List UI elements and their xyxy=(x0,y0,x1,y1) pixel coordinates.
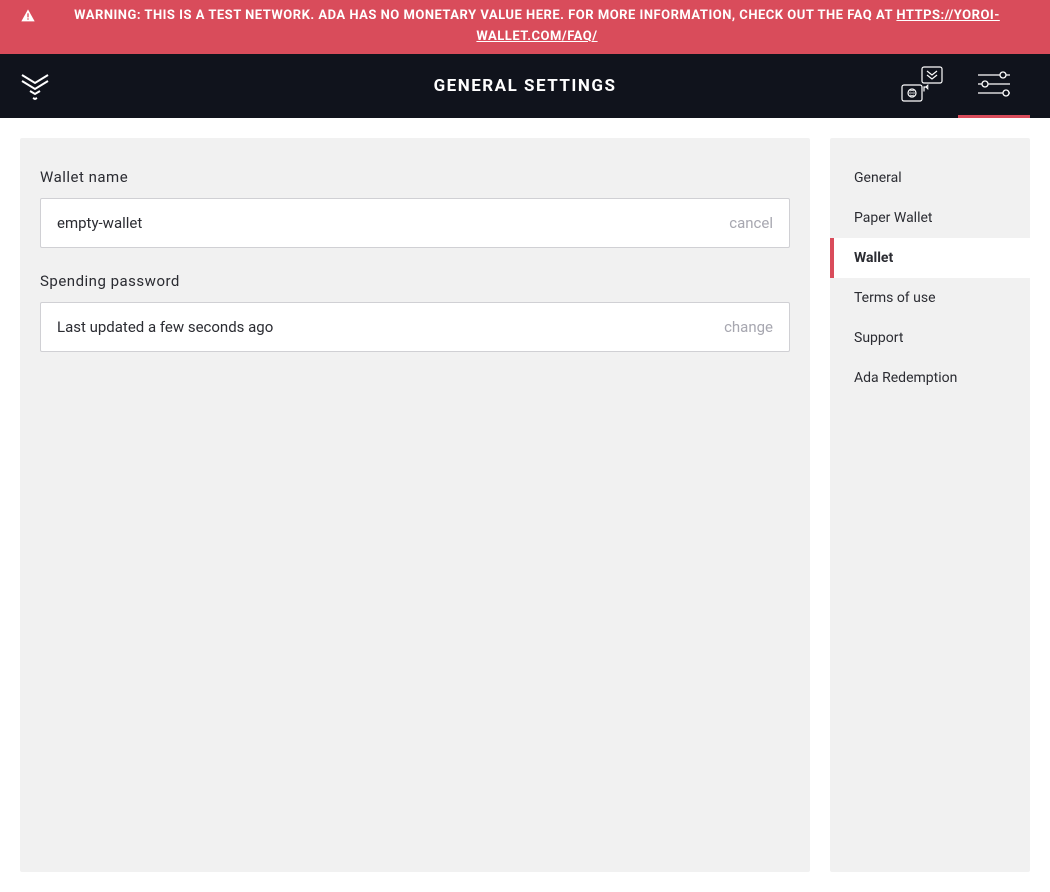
sidebar-item-terms-of-use[interactable]: Terms of use xyxy=(830,278,1030,318)
sidebar-item-paper-wallet[interactable]: Paper Wallet xyxy=(830,198,1030,238)
warning-banner: WARNING: THIS IS A TEST NETWORK. ADA HAS… xyxy=(0,0,1050,54)
sidebar-item-ada-redemption[interactable]: Ada Redemption xyxy=(830,358,1030,398)
main-panel: Wallet name cancel Spending password Las… xyxy=(20,138,810,872)
warning-icon xyxy=(20,8,36,28)
nav-wallets-button[interactable] xyxy=(886,54,958,118)
nav-settings-button[interactable] xyxy=(958,54,1030,118)
wallet-name-group: Wallet name cancel xyxy=(40,168,790,248)
page-title: GENERAL SETTINGS xyxy=(434,76,617,96)
wallet-name-input[interactable] xyxy=(57,214,729,232)
sidebar-item-wallet[interactable]: Wallet xyxy=(830,238,1030,278)
nav-icons xyxy=(886,54,1030,118)
sidebar-item-support[interactable]: Support xyxy=(830,318,1030,358)
content-area: Wallet name cancel Spending password Las… xyxy=(0,118,1050,892)
settings-sidebar: General Paper Wallet Wallet Terms of use… xyxy=(830,138,1030,872)
settings-sliders-icon xyxy=(977,71,1011,101)
spending-password-label: Spending password xyxy=(40,272,790,290)
wallets-icon xyxy=(900,65,944,107)
top-bar: GENERAL SETTINGS xyxy=(0,54,1050,118)
spending-password-group: Spending password Last updated a few sec… xyxy=(40,272,790,352)
spending-password-change-button[interactable]: change xyxy=(724,318,773,336)
spending-password-status: Last updated a few seconds ago xyxy=(57,318,273,336)
wallet-name-label: Wallet name xyxy=(40,168,790,186)
sidebar-item-general[interactable]: General xyxy=(830,158,1030,198)
wallet-name-field-box: cancel xyxy=(40,198,790,248)
warning-text: WARNING: THIS IS A TEST NETWORK. ADA HAS… xyxy=(44,6,1030,48)
app-logo-icon[interactable] xyxy=(20,71,50,101)
wallet-name-cancel-button[interactable]: cancel xyxy=(729,214,773,232)
spending-password-field-box: Last updated a few seconds ago change xyxy=(40,302,790,352)
